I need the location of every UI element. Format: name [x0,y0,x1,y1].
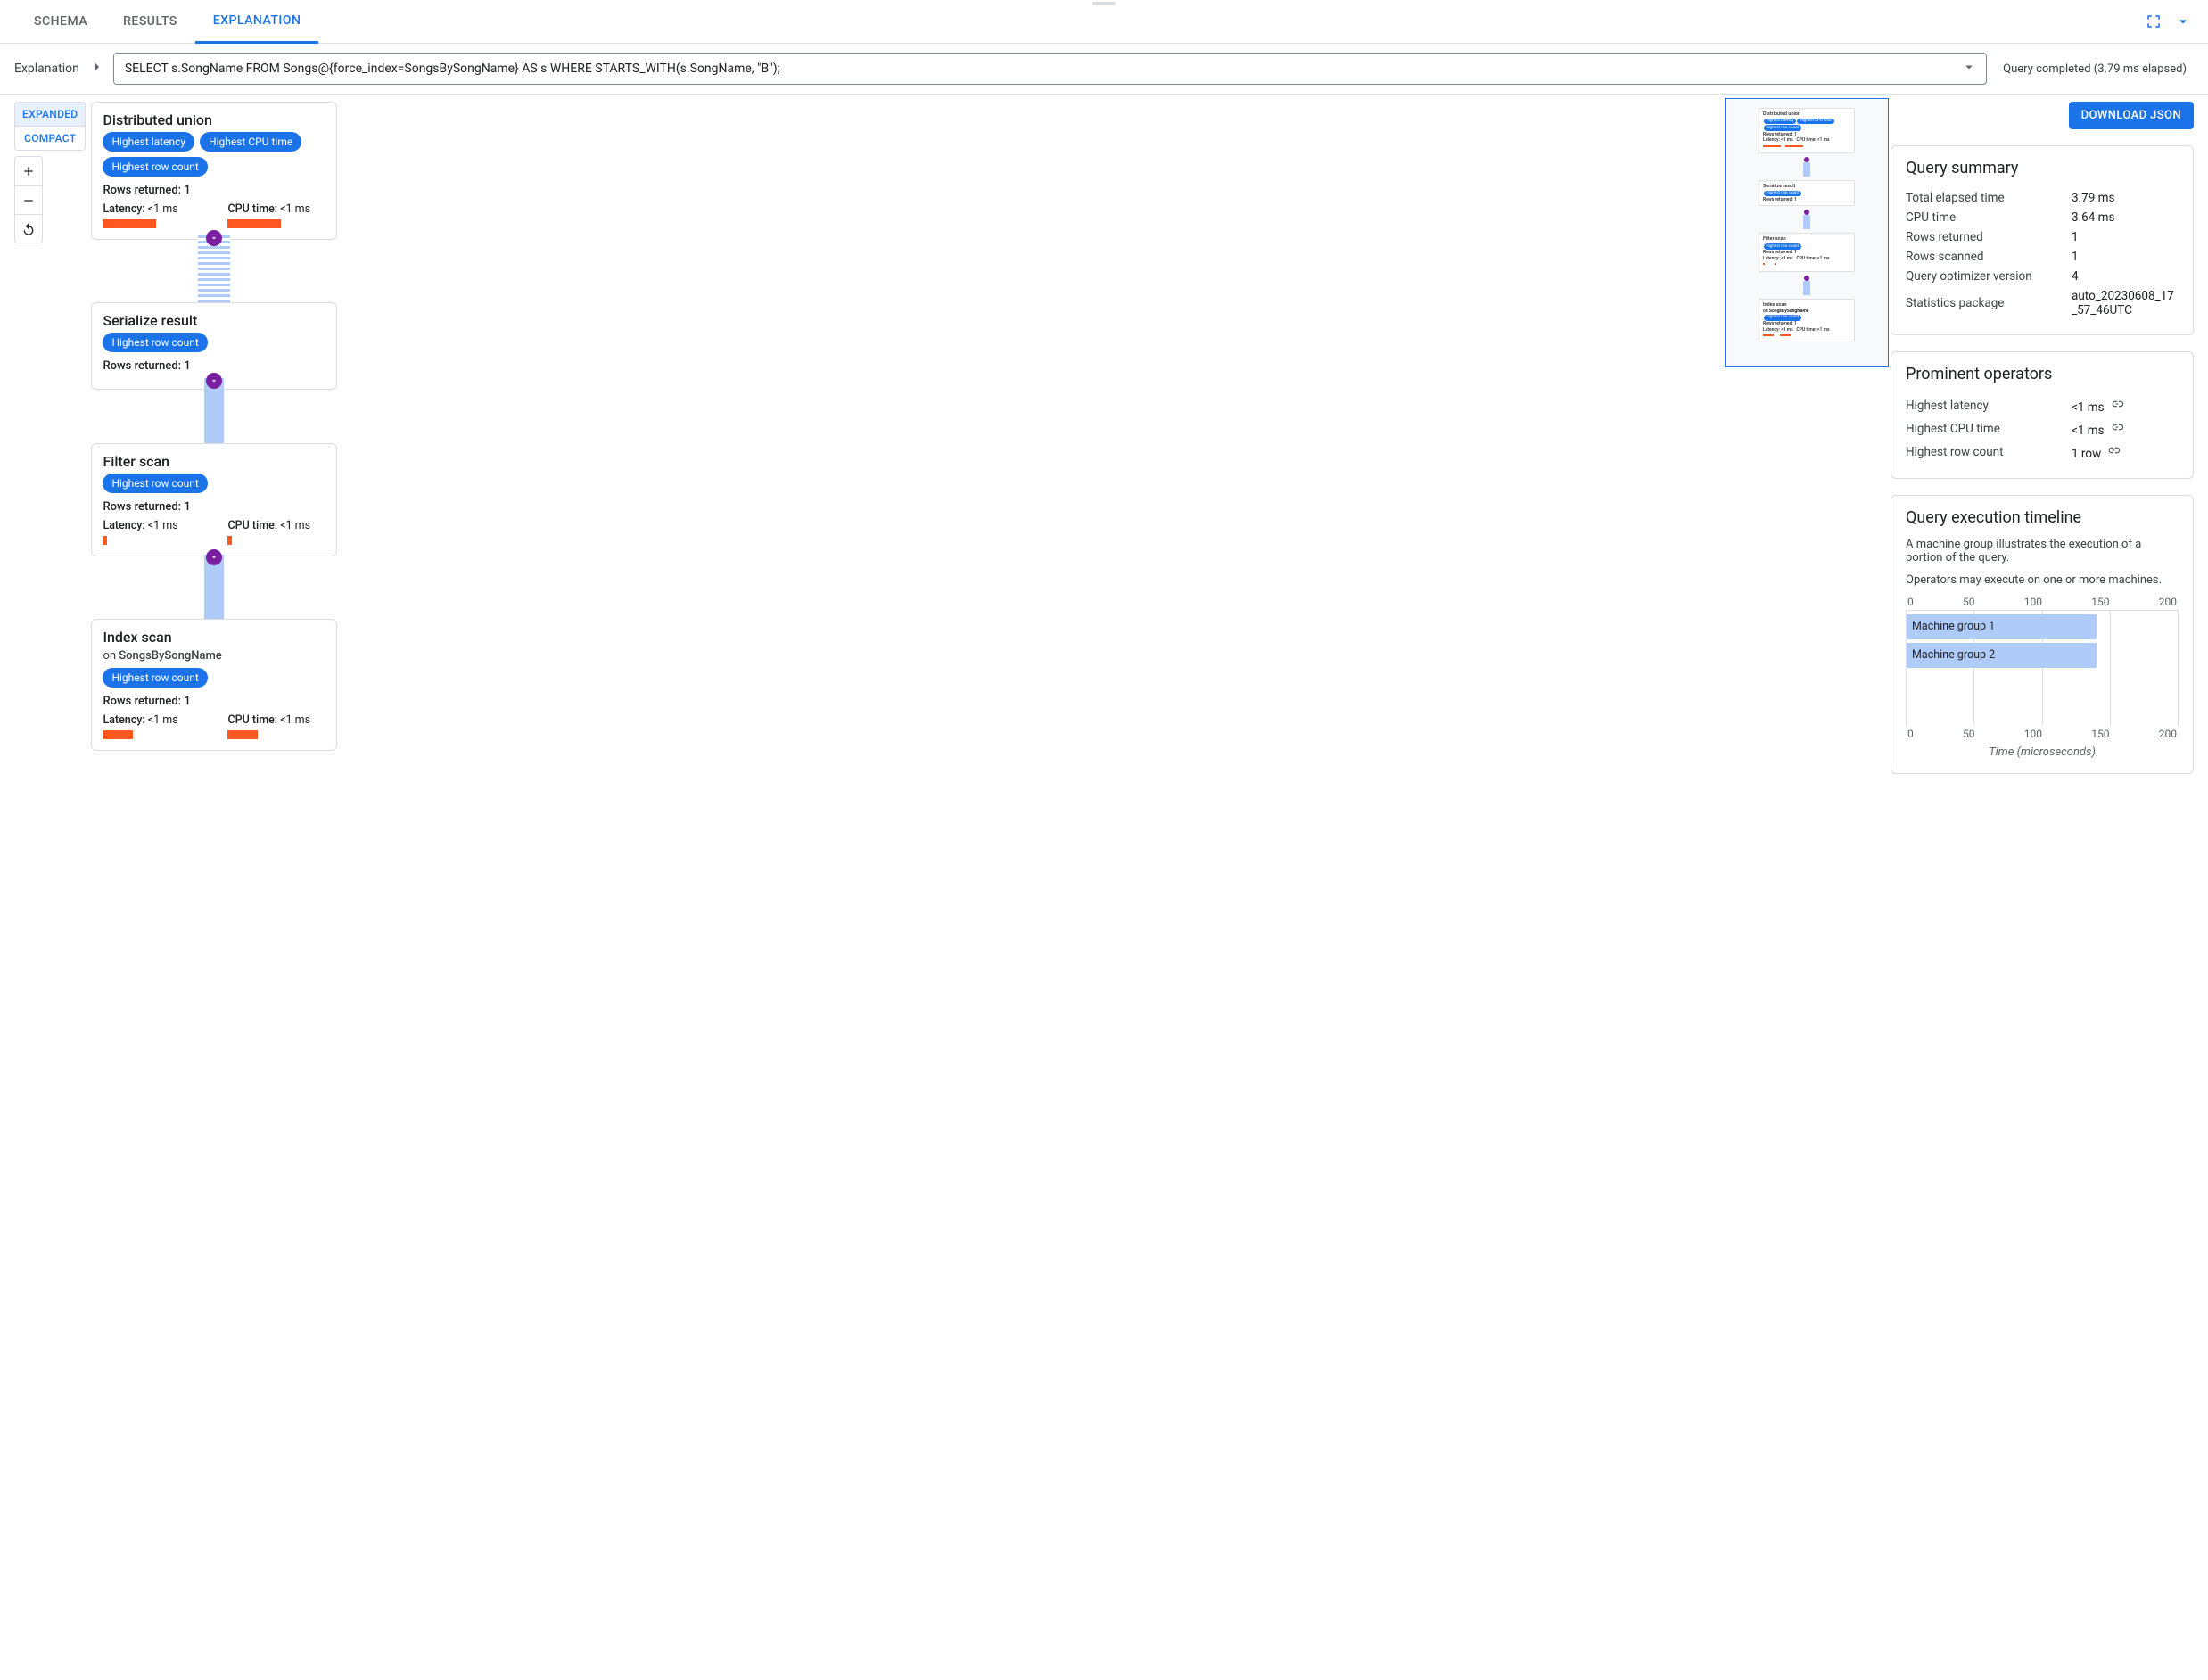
link-icon[interactable] [2106,447,2121,461]
timeline-desc: A machine group illustrates the executio… [1906,538,2179,564]
node-title: Distributed union [103,111,325,128]
node-subtitle: on SongsBySongName [103,649,325,663]
chip-highest-rowcount: Highest row count [103,668,207,688]
tab-schema[interactable]: SCHEMA [16,0,105,44]
chip-highest-cpu: Highest CPU time [200,132,301,152]
panel-title: Query execution timeline [1906,508,2179,527]
rows-returned: Rows returned: 1 [103,500,325,514]
view-mode-group: EXPANDED COMPACT [14,102,86,151]
node-distributed-union[interactable]: Distributed union Highest latency Highes… [91,102,337,240]
chevron-right-icon [88,59,104,78]
timeline-bar[interactable]: Machine group 2 [1907,643,2097,668]
latency-label: Latency: <1 ms [103,713,201,727]
rows-returned: Rows returned: 1 [103,695,325,708]
breadcrumb-label: Explanation [14,62,79,76]
zoom-out-button[interactable] [15,185,42,214]
tab-explanation[interactable]: EXPLANATION [195,0,319,44]
prominent-row[interactable]: Highest latency<1 ms [1906,394,2179,417]
compact-mode-button[interactable]: COMPACT [15,126,85,150]
expanded-mode-button[interactable]: EXPANDED [15,103,85,126]
prominent-operators-panel: Prominent operators Highest latency<1 ms… [1891,351,2194,479]
link-icon[interactable] [2110,424,2124,438]
prominent-row[interactable]: Highest row count1 row [1906,441,2179,464]
node-title: Filter scan [103,453,325,470]
timeline-bar[interactable]: Machine group 1 [1907,614,2097,639]
panel-title: Prominent operators [1906,365,2179,383]
node-title: Index scan [103,629,325,646]
query-status: Query completed (3.79 ms elapsed) [1996,62,2194,76]
collapse-toggle-icon[interactable] [206,230,222,246]
query-select[interactable]: SELECT s.SongName FROM Songs@{force_inde… [113,53,1987,85]
collapse-toggle-icon[interactable] [206,549,222,565]
download-json-button[interactable]: DOWNLOAD JSON [2069,102,2194,129]
link-icon[interactable] [2110,400,2124,415]
dropdown-arrow-icon [1961,59,1977,78]
chip-highest-latency: Highest latency [103,132,194,152]
chip-highest-rowcount: Highest row count [103,474,207,493]
edge [198,235,230,307]
node-filter-scan[interactable]: Filter scan Highest row count Rows retur… [91,443,337,556]
collapse-toggle-icon[interactable] [206,373,222,389]
chip-highest-rowcount: Highest row count [103,333,207,352]
rows-returned: Rows returned: 1 [103,184,325,197]
latency-label: Latency: <1 ms [103,202,201,216]
cpu-label: CPU time: <1 ms [227,202,325,216]
node-title: Serialize result [103,312,325,329]
tab-results[interactable]: RESULTS [105,0,195,44]
edge [204,378,224,449]
query-summary-panel: Query summary Total elapsed time3.79 ms … [1891,145,2194,335]
chip-highest-rowcount: Highest row count [103,157,207,177]
cpu-label: CPU time: <1 ms [227,519,325,532]
zoom-in-button[interactable] [15,157,42,185]
chevron-down-icon[interactable] [2174,12,2192,30]
cpu-label: CPU time: <1 ms [227,713,325,727]
fullscreen-icon[interactable] [2146,13,2162,29]
zoom-group [14,156,43,243]
node-index-scan[interactable]: Index scan on SongsBySongName Highest ro… [91,619,337,751]
drag-handle[interactable] [1092,2,1116,5]
minimap[interactable]: Distributed union Highest latencyHighest… [1725,98,1889,367]
timeline-desc: Operators may execute on one or more mac… [1906,573,2179,587]
query-text: SELECT s.SongName FROM Songs@{force_inde… [125,62,780,76]
plan-graph[interactable]: Distributed union Highest latency Highes… [91,102,1891,842]
breadcrumb: Explanation SELECT s.SongName FROM Songs… [0,44,2208,95]
timeline-xlabel: Time (microseconds) [1906,745,2179,759]
timeline-panel: Query execution timeline A machine group… [1891,495,2194,774]
edge [204,555,224,626]
prominent-row[interactable]: Highest CPU time<1 ms [1906,417,2179,441]
timeline-chart: 050100150200 Machine group 1 Machine gro… [1906,596,2179,759]
rows-returned: Rows returned: 1 [103,359,325,373]
panel-title: Query summary [1906,159,2179,177]
latency-label: Latency: <1 ms [103,519,201,532]
zoom-reset-button[interactable] [15,214,42,243]
